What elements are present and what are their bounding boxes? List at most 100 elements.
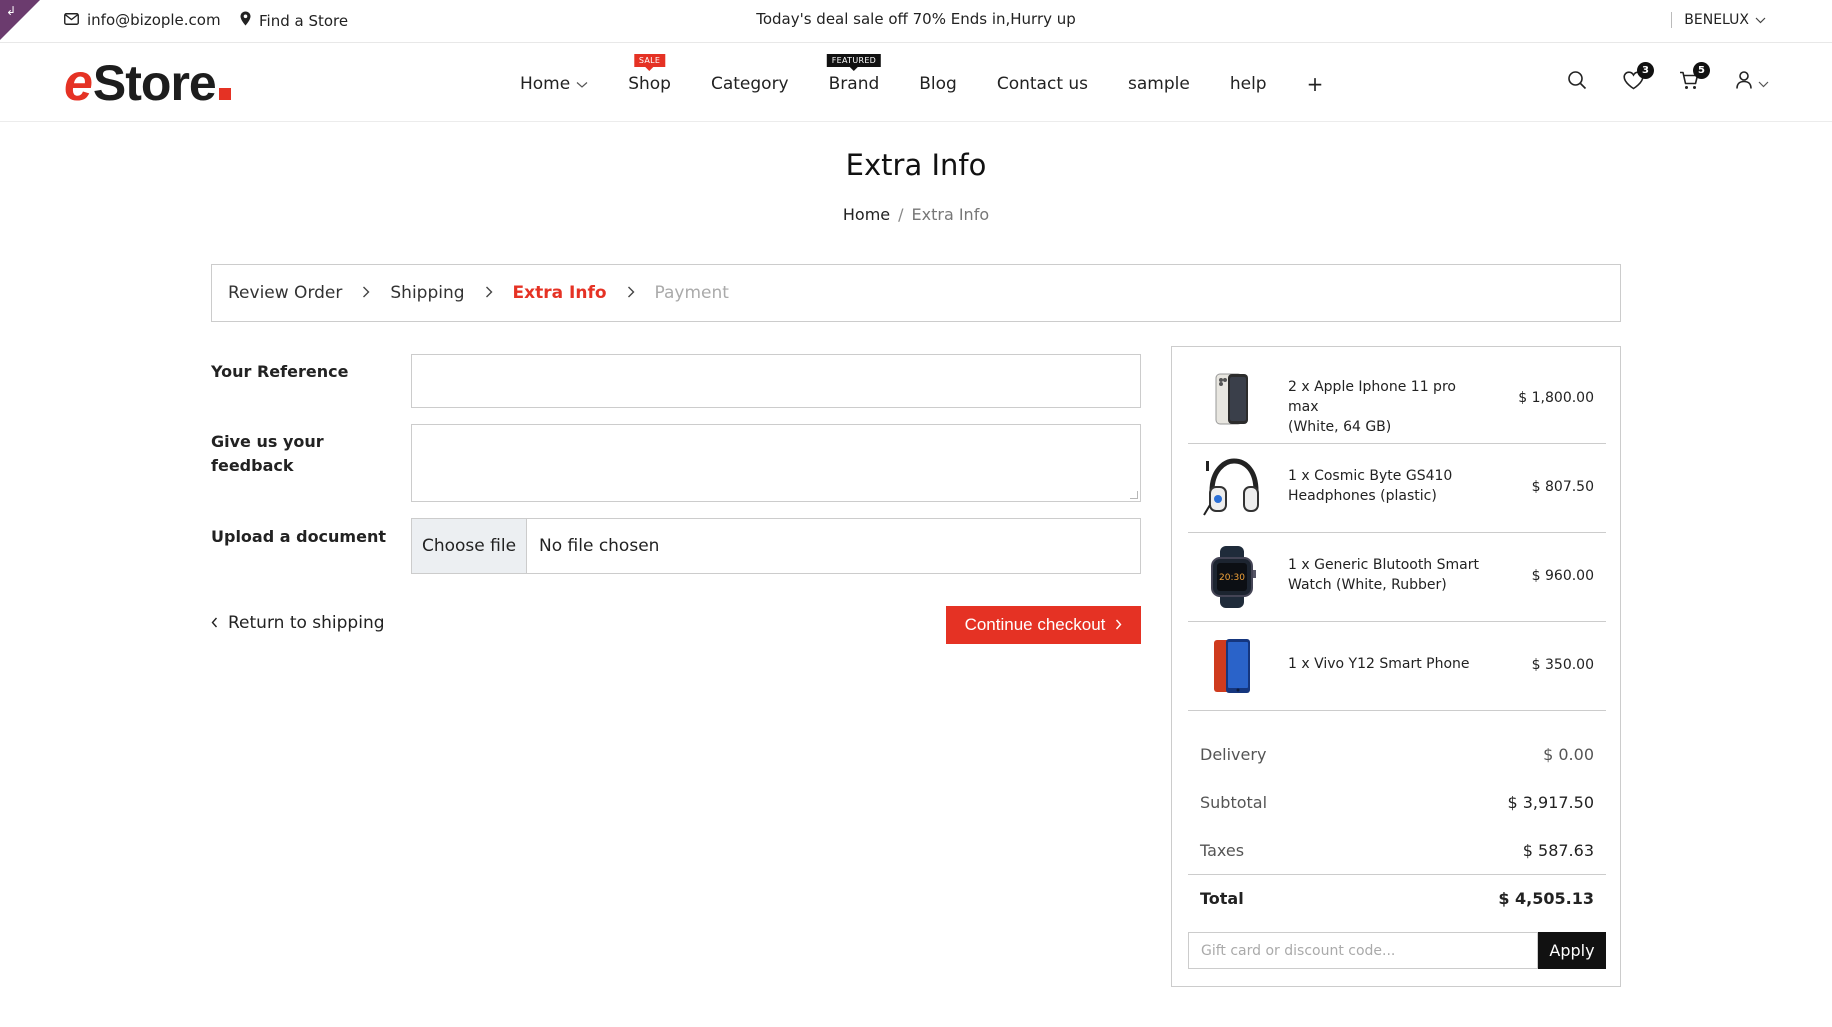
step-shipping[interactable]: Shipping bbox=[390, 283, 464, 303]
return-to-shipping-link[interactable]: Return to shipping bbox=[211, 613, 385, 633]
document-upload-input[interactable]: Choose file No file chosen bbox=[411, 518, 1141, 574]
product-image bbox=[1200, 456, 1264, 520]
apply-discount-button[interactable]: Apply bbox=[1538, 932, 1606, 969]
logo-e: e bbox=[64, 54, 93, 112]
featured-badge: FEATURED bbox=[826, 54, 882, 71]
nav-category[interactable]: Category bbox=[711, 74, 789, 94]
account-menu[interactable] bbox=[1732, 69, 1772, 95]
item-name-line-2: (White, 64 GB) bbox=[1288, 419, 1392, 435]
email-link[interactable]: info@bizople.com bbox=[64, 11, 221, 29]
search-button[interactable] bbox=[1564, 69, 1590, 95]
nav-brand-label: Brand bbox=[828, 74, 880, 94]
item-name: 1 x Vivo Y12 Smart Phone bbox=[1288, 654, 1488, 674]
chevron-down-icon bbox=[1755, 12, 1766, 28]
chevron-left-icon bbox=[211, 613, 218, 633]
feedback-label-line-1: Give us your bbox=[211, 432, 324, 451]
header-actions: 3 5 bbox=[1564, 62, 1772, 95]
item-name: 1 x Generic Blutooth Smart Watch (White,… bbox=[1288, 555, 1488, 595]
taxes-value: $ 587.63 bbox=[1522, 841, 1594, 860]
region-selector[interactable]: BENELUX bbox=[1671, 12, 1766, 28]
choose-file-button[interactable]: Choose file bbox=[412, 519, 527, 573]
return-label: Return to shipping bbox=[228, 613, 385, 633]
nav-help-label: help bbox=[1229, 74, 1267, 94]
continue-checkout-button[interactable]: Continue checkout bbox=[946, 606, 1141, 644]
breadcrumb-separator: / bbox=[898, 205, 904, 224]
reference-label: Your Reference bbox=[211, 362, 349, 381]
discount-form: Apply bbox=[1188, 932, 1606, 969]
reference-input[interactable] bbox=[411, 354, 1141, 408]
main-header: e Store Home SALE Shop Category FEATURED… bbox=[0, 43, 1832, 122]
nav-sample[interactable]: sample bbox=[1128, 74, 1190, 94]
delivery-label: Delivery bbox=[1200, 745, 1267, 764]
logo-text: Store bbox=[92, 55, 217, 111]
feedback-label-line-2: feedback bbox=[211, 456, 294, 475]
total-label: Total bbox=[1200, 889, 1244, 908]
item-name-line-1: 1 x Generic Blutooth Smart bbox=[1288, 557, 1479, 573]
cart-item: 1 x Vivo Y12 Smart Phone $ 350.00 bbox=[1188, 622, 1606, 711]
chevron-down-icon bbox=[1758, 73, 1769, 92]
cart-item: 1 x Cosmic Byte GS410 Headphones (plasti… bbox=[1188, 444, 1606, 533]
chevron-right-icon bbox=[485, 284, 493, 302]
discount-code-input[interactable] bbox=[1188, 932, 1538, 969]
top-bar: ↲ info@bizople.com Find a Store Today's … bbox=[0, 0, 1832, 43]
envelope-icon bbox=[64, 11, 79, 29]
product-image bbox=[1200, 367, 1264, 431]
item-name: 1 x Cosmic Byte GS410 Headphones (plasti… bbox=[1288, 466, 1488, 506]
sale-badge: SALE bbox=[633, 54, 666, 71]
nav-category-label: Category bbox=[710, 74, 789, 94]
find-store-link[interactable]: Find a Store bbox=[240, 11, 348, 30]
user-icon bbox=[1735, 71, 1752, 93]
nav-more-button[interactable]: + bbox=[1307, 72, 1324, 96]
phone-icon bbox=[1215, 373, 1248, 425]
breadcrumb-current: Extra Info bbox=[911, 205, 990, 224]
total-value: $ 4,505.13 bbox=[1498, 889, 1594, 908]
item-name-line-1: 1 x Vivo Y12 Smart Phone bbox=[1288, 656, 1470, 672]
nav-blog[interactable]: Blog bbox=[919, 74, 957, 94]
step-payment: Payment bbox=[654, 283, 729, 303]
nav-help[interactable]: help bbox=[1230, 74, 1267, 94]
nav-home[interactable]: Home bbox=[520, 74, 588, 94]
feedback-label: Give us your feedback bbox=[211, 430, 324, 478]
estore-logo[interactable]: e Store bbox=[64, 54, 231, 112]
nav-contact[interactable]: Contact us bbox=[997, 74, 1088, 94]
feedback-textarea[interactable] bbox=[411, 424, 1141, 502]
product-image: 20:30 bbox=[1200, 545, 1264, 609]
nav-brand[interactable]: FEATURED Brand bbox=[826, 54, 882, 94]
nav-home-label: Home bbox=[520, 74, 571, 94]
total-row: Total $ 4,505.13 bbox=[1188, 874, 1606, 922]
cart-item: 2 x Apple Iphone 11 pro max (White, 64 G… bbox=[1188, 355, 1606, 444]
item-name-line-2: Watch (White, Rubber) bbox=[1288, 577, 1447, 593]
item-name-line-1: 1 x Cosmic Byte GS410 bbox=[1288, 468, 1453, 484]
nav-blog-label: Blog bbox=[919, 74, 957, 94]
plus-icon: + bbox=[1306, 72, 1324, 96]
chevron-down-icon bbox=[576, 74, 588, 94]
wishlist-button[interactable]: 3 bbox=[1620, 62, 1654, 95]
main-nav: Home SALE Shop Category FEATURED Brand B… bbox=[520, 54, 1363, 96]
taxes-label: Taxes bbox=[1200, 841, 1245, 860]
step-review-order[interactable]: Review Order bbox=[228, 283, 342, 303]
subtotal-value: $ 3,917.50 bbox=[1507, 793, 1594, 812]
email-text: info@bizople.com bbox=[87, 11, 221, 29]
find-store-text: Find a Store bbox=[259, 11, 349, 30]
nav-shop-label: Shop bbox=[628, 74, 671, 94]
headphones-icon bbox=[1203, 458, 1259, 516]
nav-sample-label: sample bbox=[1128, 74, 1190, 94]
cart-item: 20:30 1 x Generic Blutooth Smart Watch (… bbox=[1188, 533, 1606, 622]
smartwatch-icon: 20:30 bbox=[1211, 546, 1256, 608]
step-extra-info[interactable]: Extra Info bbox=[513, 283, 607, 303]
cart-button[interactable]: 5 bbox=[1676, 62, 1710, 95]
logo-dot bbox=[218, 88, 231, 100]
nav-contact-label: Contact us bbox=[996, 74, 1089, 94]
item-price: $ 1,800.00 bbox=[1518, 390, 1594, 406]
chevron-right-icon bbox=[362, 284, 370, 302]
product-image bbox=[1200, 634, 1264, 698]
nav-shop[interactable]: SALE Shop bbox=[628, 54, 671, 94]
chevron-right-icon bbox=[627, 284, 635, 302]
svg-text:20:30: 20:30 bbox=[1219, 573, 1245, 583]
phone-icon bbox=[1214, 639, 1250, 693]
checkout-steps: Review Order Shipping Extra Info Payment bbox=[211, 264, 1621, 322]
breadcrumb-home[interactable]: Home bbox=[843, 205, 890, 224]
resize-grip-icon[interactable] bbox=[1130, 491, 1138, 499]
item-price: $ 807.50 bbox=[1531, 479, 1594, 495]
delivery-value: $ 0.00 bbox=[1543, 745, 1594, 764]
